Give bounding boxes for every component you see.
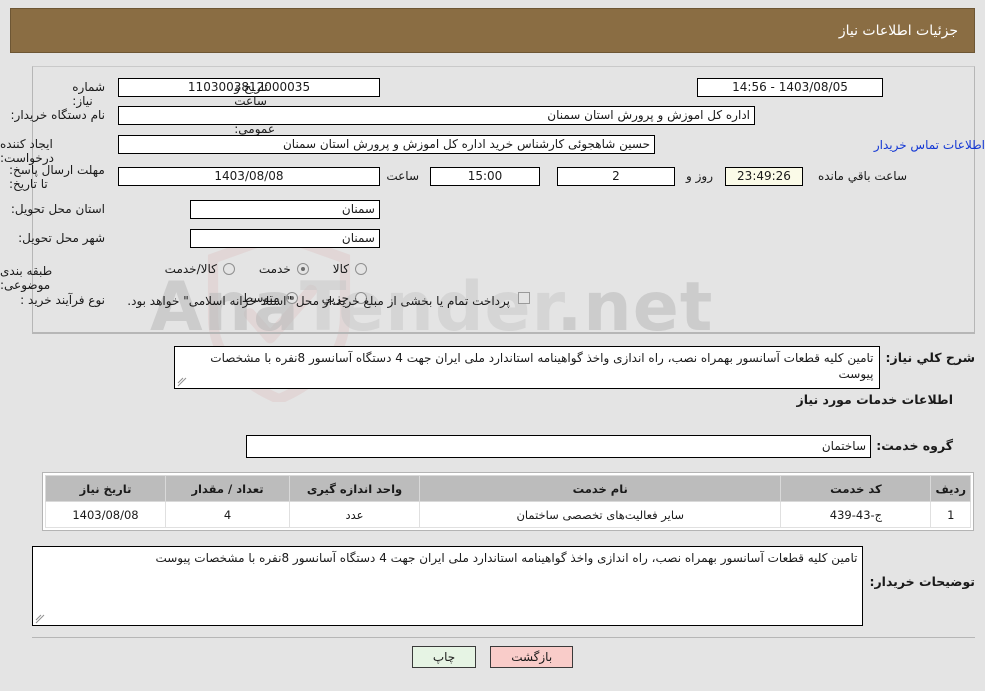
summary-label: شرح کلي نیاز: [885, 350, 975, 365]
radio-icon[interactable] [222, 263, 235, 275]
summary-textarea[interactable]: تامین کلیه قطعات آسانسور بهمراه نصب، راه… [173, 346, 880, 389]
table-row[interactable]: 1 ج-43-439 سایر فعالیت‌های تخصصی ساختمان… [45, 501, 971, 528]
deadline-days-label: روز و [686, 169, 713, 183]
deadline-days-field[interactable]: 2 [557, 167, 675, 186]
service-group-label: گروه خدمت: [876, 438, 953, 453]
requester-label: ایجاد کننده درخواست: [0, 137, 54, 165]
category-label: طبقه بندی موضوعی: [0, 264, 53, 292]
summary-text: تامین کلیه قطعات آسانسور بهمراه نصب، راه… [210, 351, 874, 381]
buyer-notes-textarea[interactable]: تامین کلیه قطعات آسانسور بهمراه نصب، راه… [32, 546, 864, 626]
category-option-kala-label: کالا [332, 262, 349, 276]
page-root: AnaTender.net جزئیات اطلاعات نیاز شماره … [0, 0, 985, 691]
city-label: شهر محل تحویل: [18, 231, 105, 245]
footer-actions: بازگشت چاپ [0, 646, 985, 668]
back-button[interactable]: بازگشت [490, 646, 574, 668]
buyer-notes-label: توضیحات خریدار: [869, 574, 975, 589]
cell-need-date: 1403/08/08 [45, 501, 166, 528]
radio-icon[interactable] [355, 263, 367, 275]
summary-block: شرح کلي نیاز: تامین کلیه قطعات آسانسور ب… [32, 346, 975, 389]
col-service-name: نام خدمت [418, 475, 782, 502]
cell-row-no: 1 [930, 501, 971, 528]
services-table: ردیف کد خدمت نام خدمت واحد اندازه گیری ت… [45, 475, 971, 528]
deadline-countdown-field: 23:49:26 [725, 167, 803, 186]
deadline-countdown-label: ساعت باقي مانده [817, 169, 907, 183]
category-option-kala[interactable]: کالا [333, 262, 369, 276]
treasury-docs-label: پرداخت تمام یا بخشی از مبلغ خرید،از محل … [127, 294, 510, 308]
buyer-notes-text: تامین کلیه قطعات آسانسور بهمراه نصب، راه… [155, 551, 858, 565]
cell-unit: عدد [289, 501, 420, 528]
resize-grip-icon[interactable] [177, 377, 187, 387]
table-header-row: ردیف کد خدمت نام خدمت واحد اندازه گیری ت… [45, 475, 971, 502]
resize-grip-icon[interactable] [35, 614, 45, 624]
buyer-org-field[interactable]: اداره کل اموزش و پرورش استان سمنان [118, 106, 755, 125]
city-field[interactable]: سمنان [190, 229, 380, 248]
deadline-time-field[interactable]: 15:00 [430, 167, 540, 186]
col-need-date: تاریخ نیاز [45, 475, 166, 502]
print-button[interactable]: چاپ [411, 646, 477, 668]
public-announce-field[interactable]: 1403/08/05 - 14:56 [697, 78, 883, 97]
col-row-no: ردیف [930, 475, 971, 502]
cell-service-code: ج-43-439 [780, 501, 932, 528]
deadline-label: مهلت ارسال پاسخ: تا تاریخ: [9, 163, 105, 191]
col-quantity: تعداد / مقدار [165, 475, 290, 502]
services-section-heading: اطلاعات خدمات مورد نیاز [796, 392, 954, 407]
services-table-container: ردیف کد خدمت نام خدمت واحد اندازه گیری ت… [42, 472, 974, 531]
panel-divider [32, 333, 975, 334]
category-option-khedmat[interactable]: خدمت [259, 262, 311, 276]
buyer-notes-block: توضیحات خریدار: تامین کلیه قطعات آسانسور… [32, 546, 975, 626]
cell-quantity: 4 [165, 501, 290, 528]
buyer-contact-link[interactable]: اطلاعات تماس خریدار [874, 138, 985, 152]
purchase-type-label: نوع فرآیند خرید : [20, 293, 105, 307]
col-unit: واحد اندازه گیری [289, 475, 420, 502]
col-service-code: کد خدمت [780, 475, 932, 502]
category-option-kala-khedmat[interactable]: کالا/خدمت [165, 262, 237, 276]
province-field[interactable]: سمنان [190, 200, 380, 219]
requester-field[interactable]: حسین شاهجوئی کارشناس خرید اداره کل اموزش… [118, 135, 655, 154]
need-number-label: شماره نیاز: [72, 80, 105, 108]
deadline-time-label: ساعت [386, 169, 419, 183]
page-header: جزئیات اطلاعات نیاز [10, 8, 975, 53]
service-group-field[interactable]: ساختمان [246, 435, 871, 458]
category-option-kala-khedmat-label: کالا/خدمت [164, 262, 217, 276]
treasury-docs-checkbox[interactable] [518, 292, 530, 304]
category-option-khedmat-label: خدمت [258, 262, 291, 276]
cell-service-name: سایر فعالیت‌های تخصصی ساختمان [418, 501, 782, 528]
radio-icon[interactable] [296, 263, 309, 275]
province-label: استان محل تحویل: [10, 202, 105, 216]
buyer-org-label: نام دستگاه خریدار: [10, 108, 106, 122]
footer-divider [32, 637, 975, 638]
page-title: جزئیات اطلاعات نیاز [838, 22, 958, 39]
deadline-date-field[interactable]: 1403/08/08 [118, 167, 380, 186]
